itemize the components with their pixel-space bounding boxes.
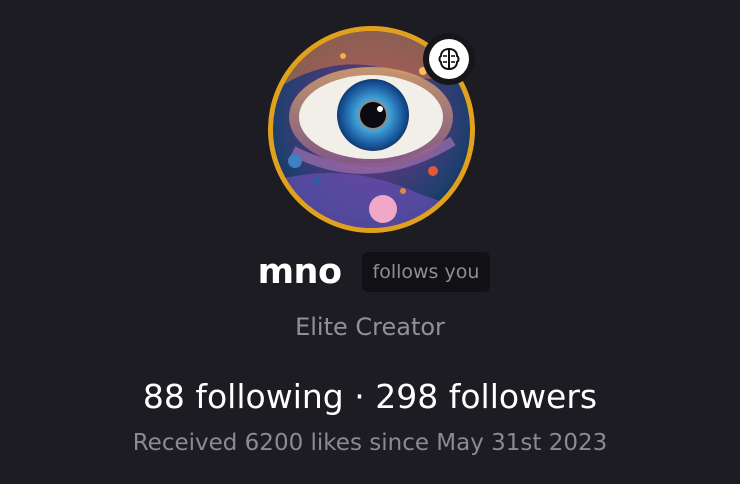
following-link[interactable]: 88 following	[143, 377, 344, 416]
follows-you-badge: follows you	[361, 252, 491, 292]
brain-icon	[429, 39, 469, 79]
likes-summary: Received 6200 likes since May 31st 2023	[132, 430, 608, 456]
stats-separator: ·	[354, 377, 365, 416]
followers-count: 298	[375, 377, 439, 416]
follow-stats: 88 following · 298 followers	[0, 377, 740, 416]
following-label: following	[195, 377, 344, 416]
name-row: mno follows you	[0, 252, 740, 292]
followers-label: followers	[448, 377, 598, 416]
creator-role: Elite Creator	[295, 313, 445, 341]
followers-link[interactable]: 298 followers	[375, 377, 597, 416]
username: mno	[257, 252, 342, 292]
creator-badge[interactable]	[423, 33, 475, 85]
following-count: 88	[142, 377, 185, 416]
profile-card: mno follows you Elite Creator 88 followi…	[0, 0, 740, 484]
